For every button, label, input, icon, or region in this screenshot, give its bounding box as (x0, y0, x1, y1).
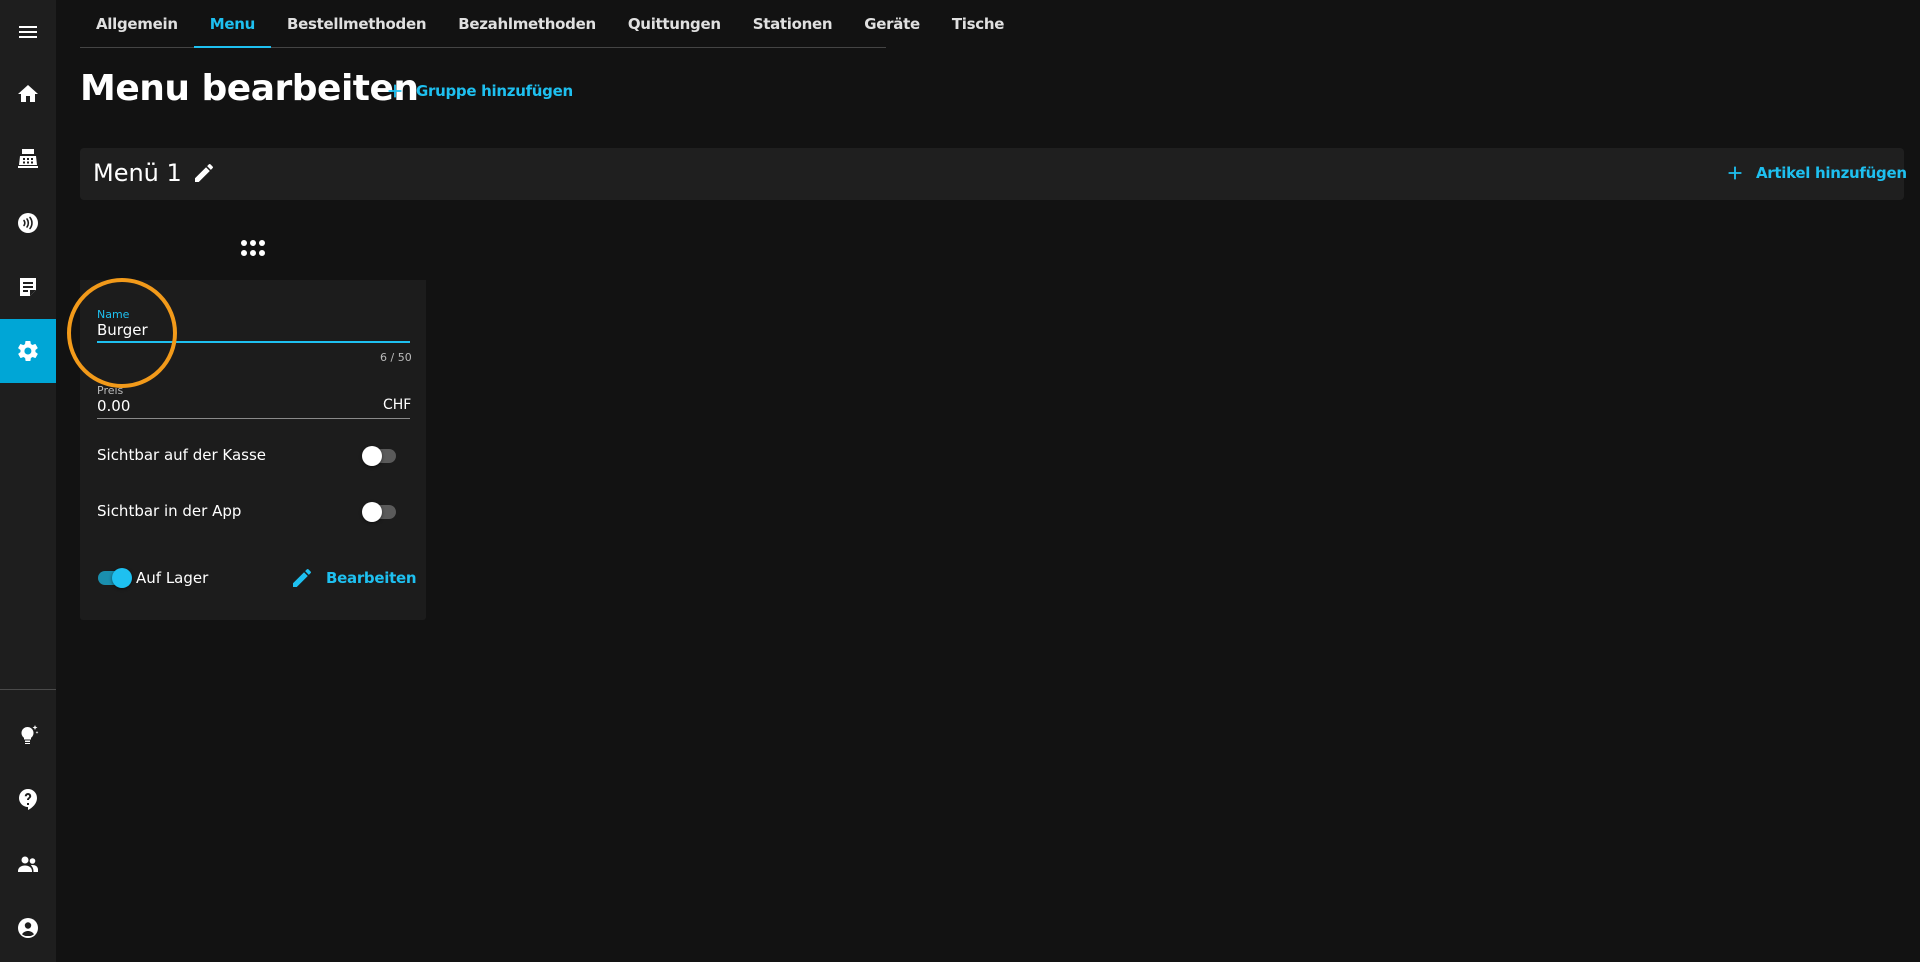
cash-register-icon (18, 149, 38, 168)
menu-group-title: Menü 1 (93, 159, 182, 187)
tab-stationen[interactable]: Stationen (737, 0, 849, 47)
contactless-icon (18, 213, 38, 233)
visible-pos-toggle[interactable] (362, 446, 398, 466)
tab-quittungen[interactable]: Quittungen (612, 0, 737, 47)
edit-item-button[interactable]: Bearbeiten (290, 566, 417, 590)
name-input[interactable]: Burger (97, 321, 148, 339)
pencil-icon (293, 568, 311, 587)
visible-pos-label: Sichtbar auf der Kasse (97, 446, 267, 464)
settings-icon (18, 340, 38, 362)
name-char-counter: 6 / 50 (380, 351, 412, 364)
plus-icon (388, 84, 402, 98)
edit-item-label: Bearbeiten (326, 569, 417, 587)
nav-help[interactable] (0, 767, 56, 831)
name-field-label: Name (97, 308, 130, 321)
edit-group-button[interactable] (192, 161, 216, 185)
receipt-icon (20, 278, 36, 296)
account-icon (18, 918, 38, 938)
add-article-button[interactable]: Artikel hinzufügen (1724, 162, 1907, 184)
price-field-label: Preis (97, 384, 124, 397)
pencil-icon (195, 163, 213, 182)
menu-icon (19, 26, 37, 38)
toggle-thumb (362, 502, 382, 522)
tab-bestellmethoden[interactable]: Bestellmethoden (271, 0, 442, 47)
nav-cash-register[interactable] (0, 126, 56, 190)
toggle-thumb (362, 446, 382, 466)
sidebar-divider (0, 689, 56, 690)
in-stock-toggle[interactable] (96, 568, 132, 588)
menu-toggle-button[interactable] (0, 0, 56, 64)
tab-tische[interactable]: Tische (936, 0, 1020, 47)
add-article-label: Artikel hinzufügen (1756, 164, 1907, 182)
help-icon (19, 789, 37, 810)
tab-allgemein[interactable]: Allgemein (80, 0, 194, 47)
menu-group-header (80, 148, 1904, 200)
settings-tabs: Allgemein Menu Bestellmethoden Bezahlmet… (80, 0, 1004, 48)
add-group-label: Gruppe hinzufügen (416, 82, 573, 100)
visible-app-label: Sichtbar in der App (97, 502, 242, 520)
sidebar (0, 0, 56, 962)
page-title: Menu bearbeiten (80, 68, 419, 109)
team-icon (18, 856, 38, 872)
price-currency: CHF (383, 397, 412, 413)
tab-geraete[interactable]: Geräte (848, 0, 936, 47)
tab-menu[interactable]: Menu (193, 0, 272, 48)
tab-bezahlmethoden[interactable]: Bezahlmethoden (442, 0, 612, 47)
price-input[interactable]: 0.00 (97, 397, 130, 415)
nav-receipts[interactable] (0, 255, 56, 319)
name-input-underline (97, 341, 410, 343)
add-group-button[interactable]: Gruppe hinzufügen (384, 80, 573, 102)
plus-icon (1728, 166, 1742, 180)
nav-settings[interactable] (0, 319, 56, 383)
nav-contactless[interactable] (0, 191, 56, 255)
home-icon (18, 85, 38, 102)
drag-handle[interactable] (80, 216, 426, 280)
drag-dots-icon (241, 240, 265, 256)
visible-app-toggle[interactable] (362, 502, 398, 522)
in-stock-label: Auf Lager (136, 569, 209, 587)
nav-ideas[interactable] (0, 703, 56, 767)
lightbulb-icon (21, 725, 39, 744)
nav-team[interactable] (0, 832, 56, 896)
price-input-underline (97, 418, 410, 419)
nav-account[interactable] (0, 896, 56, 960)
nav-home[interactable] (0, 62, 56, 126)
toggle-thumb (112, 568, 132, 588)
